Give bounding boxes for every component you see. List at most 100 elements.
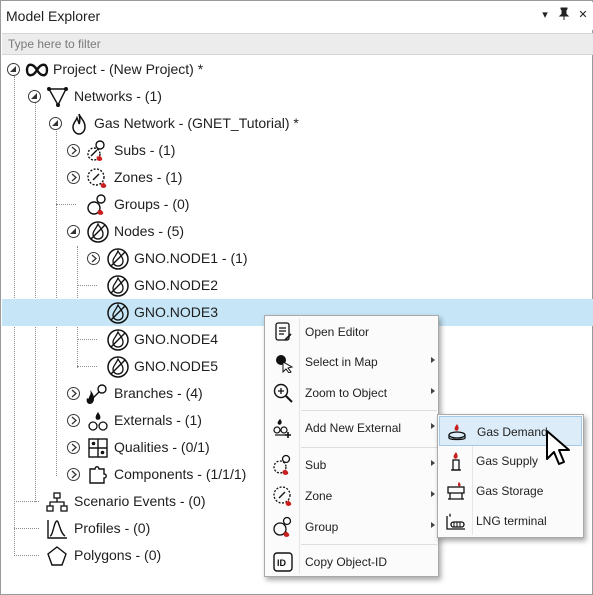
expand-icon[interactable] bbox=[67, 387, 80, 400]
menu-item-select-in-map[interactable]: Select in Map bbox=[266, 347, 437, 377]
submenu-item-gas-storage[interactable]: Gas Storage bbox=[439, 476, 582, 506]
menu-item-label: Zoom to Object bbox=[305, 386, 388, 400]
menu-item-label: Gas Storage bbox=[476, 484, 544, 498]
tree-item-label: GNO.NODE2 bbox=[134, 277, 219, 293]
menu-item-sub[interactable]: Sub bbox=[266, 450, 437, 480]
qualities-grid-icon bbox=[86, 436, 110, 460]
tree-item-label: Gas Network - (GNET_Tutorial) * bbox=[94, 115, 299, 131]
tree-item-label: Networks - (1) bbox=[74, 88, 162, 104]
menu-item-add-new-external[interactable]: Add New External bbox=[266, 413, 437, 443]
context-menu: Open Editor Select in Map Zoom to Object… bbox=[264, 315, 439, 577]
branches-icon bbox=[84, 382, 108, 406]
externals-icon bbox=[86, 409, 110, 433]
collapse-icon[interactable] bbox=[28, 90, 41, 103]
model-explorer-panel: Model Explorer ▾ ✕ Project - (New Projec… bbox=[0, 0, 593, 595]
tree-item-label: Project - (New Project) * bbox=[53, 61, 204, 77]
tree-item-label: Polygons - (0) bbox=[74, 547, 162, 563]
select-cursor-icon bbox=[272, 351, 294, 374]
tree-item-label: Subs - (1) bbox=[114, 142, 176, 158]
gas-storage-icon bbox=[445, 480, 467, 502]
tree-item-label: GNO.NODE1 - (1) bbox=[134, 250, 248, 266]
submenu-arrow-icon bbox=[431, 460, 435, 466]
filter-input[interactable] bbox=[2, 34, 593, 54]
expand-icon[interactable] bbox=[67, 468, 80, 481]
expand-icon[interactable] bbox=[87, 252, 100, 265]
node-icon bbox=[106, 274, 130, 298]
tree-item-label: Zones - (1) bbox=[114, 169, 183, 185]
expand-icon[interactable] bbox=[67, 144, 80, 157]
zones-icon bbox=[272, 485, 294, 507]
menu-item-label: Add New External bbox=[305, 421, 402, 435]
tree-item-node1[interactable]: GNO.NODE1 - (1) bbox=[2, 245, 593, 272]
tree-item-label: GNO.NODE4 bbox=[134, 331, 219, 347]
mouse-cursor-icon bbox=[545, 429, 575, 467]
menu-item-copy-object-id[interactable]: ID Copy Object-ID bbox=[266, 547, 437, 577]
tree-item-zones[interactable]: Zones - (1) bbox=[2, 164, 593, 191]
tree-item-node2[interactable]: GNO.NODE2 bbox=[2, 272, 593, 299]
open-editor-icon bbox=[272, 321, 294, 343]
gas-supply-icon bbox=[445, 450, 467, 472]
tree-item-groups[interactable]: Groups - (0) bbox=[2, 191, 593, 218]
copy-id-icon: ID bbox=[272, 551, 294, 573]
polygon-icon bbox=[45, 544, 69, 568]
tree-item-label: Groups - (0) bbox=[114, 196, 190, 212]
scenario-events-icon bbox=[45, 490, 69, 514]
expand-icon[interactable] bbox=[67, 171, 80, 184]
collapse-icon[interactable] bbox=[67, 225, 80, 238]
dropdown-icon[interactable]: ▾ bbox=[538, 7, 552, 23]
menu-item-open-editor[interactable]: Open Editor bbox=[266, 317, 437, 347]
menu-item-group[interactable]: Group bbox=[266, 512, 437, 542]
node-icon bbox=[106, 355, 130, 379]
zoom-icon bbox=[272, 382, 294, 404]
node-icon bbox=[106, 301, 130, 325]
menu-separator bbox=[301, 447, 437, 448]
title-bar: Model Explorer ▾ ✕ bbox=[2, 2, 593, 30]
infinity-icon bbox=[25, 58, 49, 82]
tree-item-project[interactable]: Project - (New Project) * bbox=[2, 56, 593, 83]
lng-terminal-icon bbox=[445, 510, 467, 532]
tree-item-label: GNO.NODE5 bbox=[134, 358, 219, 374]
menu-item-label: Sub bbox=[305, 458, 327, 472]
submenu-arrow-icon bbox=[431, 522, 435, 528]
menu-separator bbox=[301, 410, 437, 411]
collapse-icon[interactable] bbox=[7, 63, 20, 76]
menu-item-zoom-to-object[interactable]: Zoom to Object bbox=[266, 378, 437, 408]
tree-item-gas-network[interactable]: Gas Network - (GNET_Tutorial) * bbox=[2, 110, 593, 137]
flame-icon bbox=[67, 112, 91, 136]
tree-item-label: Qualities - (0/1) bbox=[114, 439, 210, 455]
components-puzzle-icon bbox=[86, 463, 110, 487]
menu-item-zone[interactable]: Zone bbox=[266, 481, 437, 511]
menu-item-label: Zone bbox=[305, 489, 333, 503]
tree-item-label: Externals - (1) bbox=[114, 412, 202, 428]
panel-title: Model Explorer bbox=[6, 8, 101, 24]
menu-item-label: Gas Supply bbox=[476, 454, 539, 468]
pin-icon[interactable] bbox=[557, 7, 571, 23]
groups-icon bbox=[272, 516, 294, 538]
tree-item-subs[interactable]: Subs - (1) bbox=[2, 137, 593, 164]
submenu-item-lng-terminal[interactable]: LNG terminal bbox=[439, 506, 582, 536]
close-icon[interactable]: ✕ bbox=[576, 7, 590, 23]
node-icon bbox=[106, 247, 130, 271]
subs-icon bbox=[272, 454, 294, 476]
subs-icon bbox=[86, 139, 110, 163]
submenu-arrow-icon bbox=[431, 357, 435, 363]
zones-icon bbox=[86, 166, 110, 190]
collapse-icon[interactable] bbox=[49, 117, 62, 130]
menu-item-label: Copy Object-ID bbox=[305, 555, 388, 569]
expand-icon[interactable] bbox=[67, 414, 80, 427]
menu-item-label: Open Editor bbox=[305, 325, 370, 339]
tree-item-label: Profiles - (0) bbox=[74, 520, 151, 536]
groups-icon bbox=[86, 193, 110, 217]
node-icon bbox=[86, 220, 110, 244]
tree-item-label: Scenario Events - (0) bbox=[74, 493, 206, 509]
submenu-arrow-icon bbox=[431, 491, 435, 497]
expand-icon[interactable] bbox=[67, 441, 80, 454]
node-icon bbox=[106, 328, 130, 352]
menu-item-label: Select in Map bbox=[305, 355, 378, 369]
tree-item-label: Components - (1/1/1) bbox=[114, 466, 247, 482]
gas-demand-icon bbox=[446, 421, 468, 443]
tree-item-label: Branches - (4) bbox=[114, 385, 203, 401]
svg-text:ID: ID bbox=[277, 558, 287, 568]
tree-item-nodes[interactable]: Nodes - (5) bbox=[2, 218, 593, 245]
tree-item-networks[interactable]: Networks - (1) bbox=[2, 83, 593, 110]
